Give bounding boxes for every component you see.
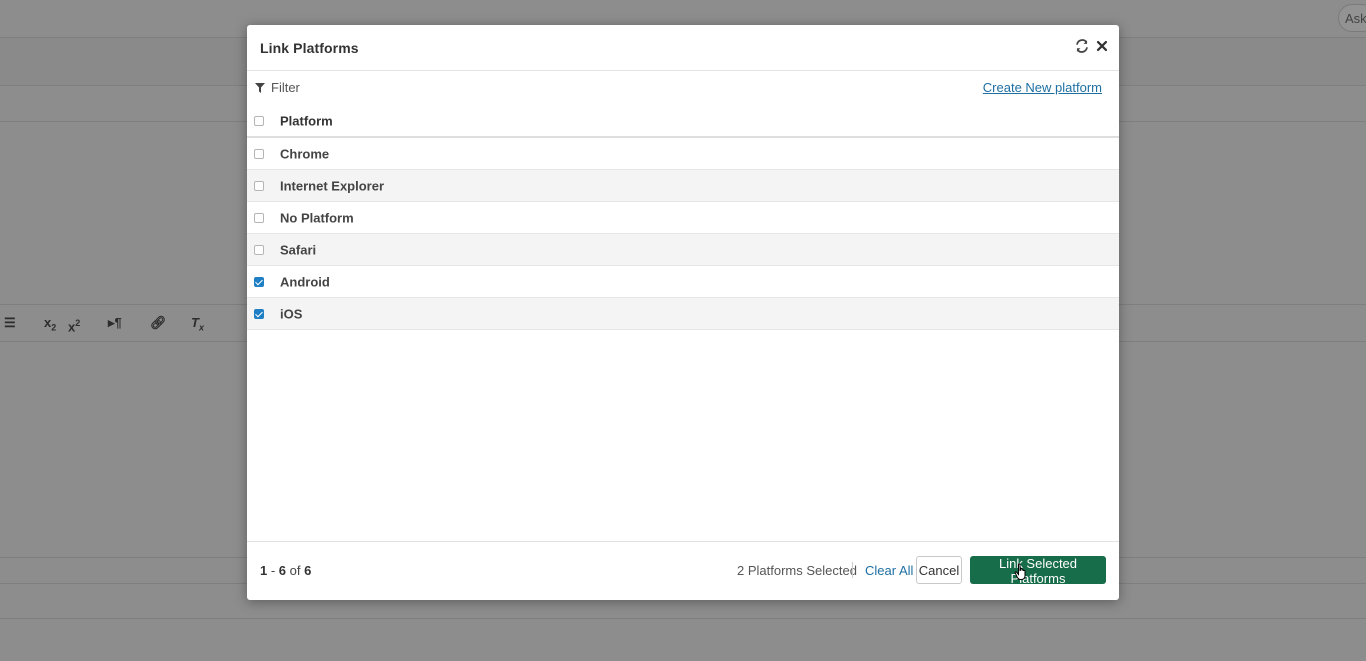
row-checkbox[interactable] [254,244,264,255]
table-row[interactable]: Chrome [247,138,1119,170]
link-icon: 🔗︎ [150,315,167,330]
selected-count: 2 Platforms Selected [737,563,857,578]
platform-name: Safari [280,242,317,257]
dialog-footer: 1 - 6 of 6 2 Platforms Selected Clear Al… [247,541,1119,600]
link-selected-platforms-button[interactable]: Link Selected Platforms [970,556,1106,586]
platform-name: No Platform [280,210,354,225]
table-row[interactable]: Android [247,266,1119,298]
ask-button: Ask [1338,4,1366,32]
table-row[interactable]: iOS [247,298,1119,330]
platform-name: Android [280,274,330,289]
hand-cursor-icon [1014,563,1026,580]
platform-name: Chrome [280,146,330,161]
divider [852,562,853,578]
column-header-platform: Platform [280,113,333,128]
editor-toolbar: ☰ x2 x2 ▸¶ 🔗︎ Tx [0,305,246,341]
select-all-checkbox[interactable] [254,115,264,126]
table-row[interactable]: Safari [247,234,1119,266]
table-row[interactable]: Internet Explorer [247,170,1119,202]
filter-toggle[interactable]: Filter [255,80,300,95]
list-icon: ☰ [4,315,16,330]
table-row[interactable]: No Platform [247,202,1119,234]
row-checkbox[interactable] [254,308,264,319]
dialog-header: Link Platforms [247,25,1119,71]
close-icon[interactable] [1095,39,1109,53]
platform-table: Platform Chrome Internet Explorer No Pla… [247,105,1119,330]
clear-all-link[interactable]: Clear All [865,563,913,578]
paragraph-direction-icon: ▸¶ [108,315,122,330]
link-platforms-dialog: Link Platforms Filter Create New platfor… [247,25,1119,600]
cancel-button[interactable]: Cancel [916,556,962,584]
subscript-icon: x2 [44,315,57,333]
filter-row: Filter Create New platform [247,71,1119,105]
superscript-icon: x2 [68,318,81,335]
refresh-icon[interactable] [1075,39,1089,53]
create-new-platform-link[interactable]: Create New platform [983,80,1102,95]
pagination-summary: 1 - 6 of 6 [260,563,312,578]
platform-name: iOS [280,306,303,321]
clear-format-icon: Tx [191,315,204,333]
row-checkbox[interactable] [254,212,264,223]
table-header: Platform [247,105,1119,138]
filter-label: Filter [271,80,300,95]
row-checkbox[interactable] [254,180,264,191]
filter-icon [255,82,265,93]
platform-name: Internet Explorer [280,178,385,193]
row-checkbox[interactable] [254,276,264,287]
row-checkbox[interactable] [254,148,264,159]
dialog-title: Link Platforms [260,40,359,56]
